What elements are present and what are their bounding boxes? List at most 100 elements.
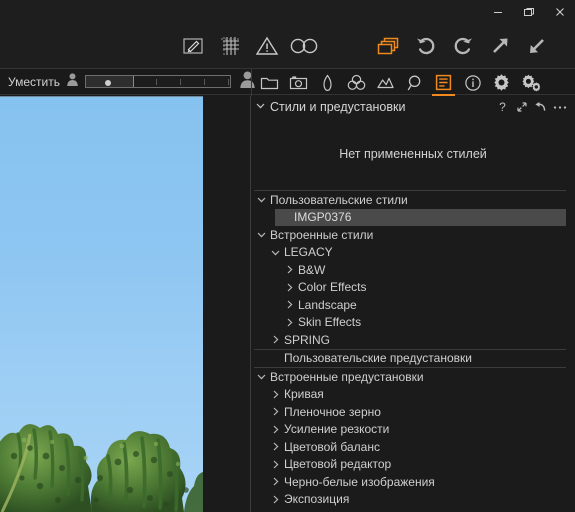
tree-item[interactable]: SPRING <box>251 331 575 349</box>
application-window: Уместить Стили и предустановки ? Нет при… <box>0 0 575 512</box>
tree-item[interactable]: LEGACY <box>251 244 575 262</box>
panel-title: Стили и предустановки <box>270 100 406 114</box>
tree-item-label: Усиление резкости <box>284 422 390 437</box>
chevron-down-icon[interactable] <box>254 226 268 243</box>
focus-mask-icon[interactable] <box>285 24 322 68</box>
zoom-tick <box>203 79 205 85</box>
chevron-right-icon[interactable] <box>268 438 282 455</box>
zoom-slider-knob[interactable] <box>104 79 111 86</box>
zoom-controls: Уместить <box>0 69 262 94</box>
zoom-out-person-icon[interactable] <box>66 72 79 92</box>
chevron-right-icon[interactable] <box>268 386 282 403</box>
expand-arrow-icon[interactable] <box>481 24 518 68</box>
chevron-right-icon[interactable] <box>268 473 282 490</box>
batch-gears-icon[interactable] <box>516 70 545 96</box>
tree-item-label: Кривая <box>284 387 324 402</box>
tree-item[interactable]: Встроенные стили <box>251 226 575 244</box>
chevron-right-icon[interactable] <box>268 491 282 508</box>
tree-item[interactable]: Пленочное зерно <box>251 403 575 421</box>
tree-item[interactable]: Пользовательские предустановки <box>251 350 575 368</box>
tree-item[interactable]: Экспозиция <box>251 491 575 509</box>
tree-item[interactable]: Кривая <box>251 386 575 404</box>
close-icon[interactable] <box>544 0 575 24</box>
tree-item[interactable]: Усиление резкости <box>251 421 575 439</box>
preview-image[interactable] <box>0 96 203 512</box>
clipping-warning-icon[interactable] <box>248 24 285 68</box>
chevron-right-icon[interactable] <box>282 314 296 331</box>
library-folder-icon[interactable] <box>255 70 284 96</box>
tree-item-label: IMGP0376 <box>294 210 352 225</box>
color-wheels-icon[interactable] <box>342 70 371 96</box>
tree-item[interactable]: Color Effects <box>251 279 575 297</box>
tree-item-label: Черно-белые изображения <box>284 474 435 489</box>
chevron-right-icon[interactable] <box>268 421 282 438</box>
restore-icon[interactable] <box>513 0 544 24</box>
reset-arrows-icon[interactable] <box>512 96 531 118</box>
tree-item-selected[interactable]: IMGP0376 <box>251 208 575 226</box>
title-bar <box>0 0 575 24</box>
tree-item[interactable]: Черно-белые изображения <box>251 473 575 491</box>
grid-overlay-icon[interactable] <box>211 24 248 68</box>
tree-item-label: Встроенные стили <box>270 227 374 242</box>
foliage-graphic <box>0 424 203 512</box>
chevron-right-icon[interactable] <box>282 279 296 296</box>
tree-item[interactable]: Цветовой редактор <box>251 456 575 474</box>
tree-item-spacer <box>268 350 282 367</box>
zoom-in-person-icon[interactable] <box>239 70 256 94</box>
zoom-tick <box>179 79 181 85</box>
chevron-down-icon[interactable] <box>254 368 268 385</box>
window-controls <box>482 0 575 24</box>
chevron-right-icon[interactable] <box>268 331 282 348</box>
help-icon[interactable]: ? <box>493 96 512 118</box>
no-styles-message: Нет примененных стилей <box>339 147 487 161</box>
undo-icon[interactable] <box>407 24 444 68</box>
tree-item-label: Встроенные предустановки <box>270 369 424 384</box>
tree-item-label: Экспозиция <box>284 492 350 507</box>
collapse-arrow-icon[interactable] <box>518 24 555 68</box>
exposure-icon[interactable] <box>371 70 400 96</box>
chevron-down-icon[interactable] <box>268 244 282 261</box>
draw-mask-icon[interactable] <box>174 24 211 68</box>
details-loupe-icon[interactable] <box>400 70 429 96</box>
copy-layers-icon[interactable] <box>370 24 407 68</box>
chevron-right-icon[interactable] <box>282 296 296 313</box>
chevron-down-icon[interactable] <box>254 191 268 208</box>
sub-toolbar: Уместить <box>0 68 575 96</box>
top-toolbar-left-group <box>174 24 322 68</box>
tree-item[interactable]: Цветовой баланс <box>251 438 575 456</box>
chevron-right-icon[interactable] <box>268 403 282 420</box>
styles-tree: Пользовательские стили IMGP0376 Встроенные… <box>251 190 575 508</box>
redo-icon[interactable] <box>444 24 481 68</box>
tree-item[interactable]: Пользовательские стили <box>251 191 575 209</box>
zoom-slider[interactable] <box>84 75 231 88</box>
toolbar-divider <box>251 69 252 96</box>
tree-item[interactable]: Skin Effects <box>251 314 575 332</box>
chevron-right-icon[interactable] <box>268 456 282 473</box>
camera-capture-icon[interactable] <box>284 70 313 96</box>
preview-image-top-edge <box>0 96 203 97</box>
fit-label[interactable]: Уместить <box>0 75 66 89</box>
tree-item[interactable]: Встроенные предустановки <box>251 368 575 386</box>
chevron-down-icon[interactable] <box>255 98 266 116</box>
image-preview-canvas[interactable] <box>0 96 251 512</box>
tree-item-label: Пленочное зерно <box>284 404 381 419</box>
panel-header[interactable]: Стили и предустановки ? <box>251 96 575 118</box>
tree-item-label: Пользовательские стили <box>270 192 408 207</box>
tree-item-label: Цветовой редактор <box>284 457 392 472</box>
output-gear-icon[interactable] <box>487 70 516 96</box>
top-toolbar-right-group <box>370 24 555 68</box>
more-options-icon[interactable] <box>550 96 569 118</box>
metadata-info-icon[interactable] <box>458 70 487 96</box>
tool-tabs <box>255 69 545 96</box>
tree-item[interactable]: B&W <box>251 261 575 279</box>
tree-item-label: Skin Effects <box>298 315 362 330</box>
tree-item-label: Пользовательские предустановки <box>284 351 472 366</box>
minimize-icon[interactable] <box>482 0 513 24</box>
lens-correction-icon[interactable] <box>313 70 342 96</box>
adjustments-list-icon[interactable] <box>429 70 458 96</box>
chevron-right-icon[interactable] <box>282 261 296 278</box>
undo-arrow-icon[interactable] <box>531 96 550 118</box>
tree-item-label: LEGACY <box>284 245 333 260</box>
tree-item[interactable]: Landscape <box>251 296 575 314</box>
tree-item-label: Цветовой баланс <box>284 439 380 454</box>
